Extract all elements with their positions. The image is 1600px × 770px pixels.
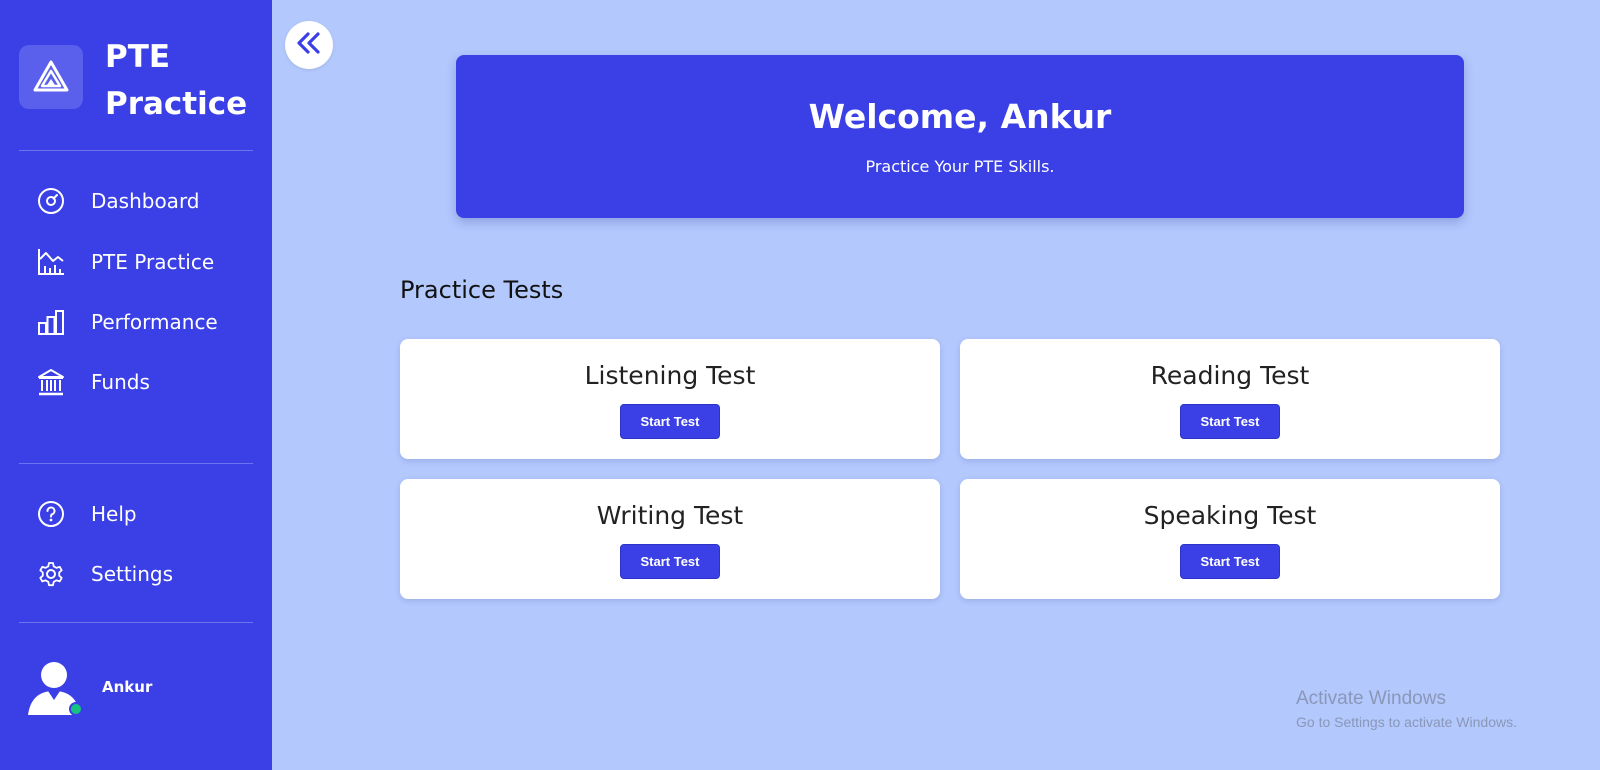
bank-icon — [36, 367, 66, 397]
test-card-title: Speaking Test — [1143, 501, 1317, 530]
test-card-writing: Writing Test Start Test — [400, 479, 940, 599]
watermark-title: Activate Windows — [1296, 688, 1446, 709]
sidebar-item-label: Dashboard — [91, 189, 200, 213]
watermark-subtitle: Go to Settings to activate Windows. — [1296, 714, 1517, 730]
sidebar-item-settings[interactable]: Settings — [36, 554, 251, 594]
sidebar-item-funds[interactable]: Funds — [36, 362, 251, 402]
gear-icon — [36, 559, 66, 589]
collapse-sidebar-button[interactable] — [285, 21, 333, 69]
welcome-title: Welcome, Ankur — [808, 97, 1112, 136]
test-card-speaking: Speaking Test Start Test — [960, 479, 1500, 599]
brand[interactable]: PTE Practice — [19, 34, 254, 124]
test-card-title: Listening Test — [584, 361, 756, 390]
app-root: PTE Practice Dashboard PTE Practice Perf… — [0, 0, 1600, 770]
test-card-title: Writing Test — [596, 501, 744, 530]
chevrons-left-icon — [294, 28, 324, 62]
test-card-listening: Listening Test Start Test — [400, 339, 940, 459]
sidebar-item-help[interactable]: Help — [36, 494, 251, 534]
start-speaking-test-button[interactable]: Start Test — [1180, 544, 1280, 579]
user-profile[interactable]: Ankur — [28, 660, 258, 720]
start-writing-test-button[interactable]: Start Test — [620, 544, 720, 579]
welcome-subtitle: Practice Your PTE Skills. — [865, 157, 1055, 176]
sidebar-item-performance[interactable]: Performance — [36, 302, 251, 342]
sidebar-item-label: Help — [91, 502, 137, 526]
practice-tests-heading: Practice Tests — [400, 276, 564, 304]
sidebar-item-dashboard[interactable]: Dashboard — [36, 181, 251, 221]
sidebar-item-label: Funds — [91, 370, 150, 394]
sidebar: PTE Practice Dashboard PTE Practice Perf… — [0, 0, 272, 770]
start-listening-test-button[interactable]: Start Test — [620, 404, 720, 439]
sidebar-item-label: PTE Practice — [91, 250, 215, 274]
start-reading-test-button[interactable]: Start Test — [1180, 404, 1280, 439]
sidebar-item-label: Settings — [91, 562, 174, 586]
sidebar-divider — [19, 150, 253, 151]
sidebar-divider — [19, 622, 253, 623]
chart-line-icon — [36, 247, 66, 277]
gauge-icon — [36, 186, 66, 216]
test-card-title: Reading Test — [1150, 361, 1310, 390]
user-name: Ankur — [102, 678, 153, 696]
sidebar-item-label: Performance — [91, 310, 218, 334]
activate-windows-watermark: Activate Windows Go to Settings to activ… — [1296, 688, 1517, 730]
sidebar-item-pte-practice[interactable]: PTE Practice — [36, 242, 251, 282]
triangle-logo-icon — [19, 45, 83, 109]
brand-name: PTE Practice — [105, 39, 248, 122]
sidebar-divider — [19, 463, 253, 464]
online-status-indicator — [69, 702, 83, 716]
help-circle-icon — [36, 499, 66, 529]
test-card-reading: Reading Test Start Test — [960, 339, 1500, 459]
welcome-banner: Welcome, Ankur Practice Your PTE Skills. — [456, 55, 1464, 218]
bar-chart-icon — [36, 307, 66, 337]
